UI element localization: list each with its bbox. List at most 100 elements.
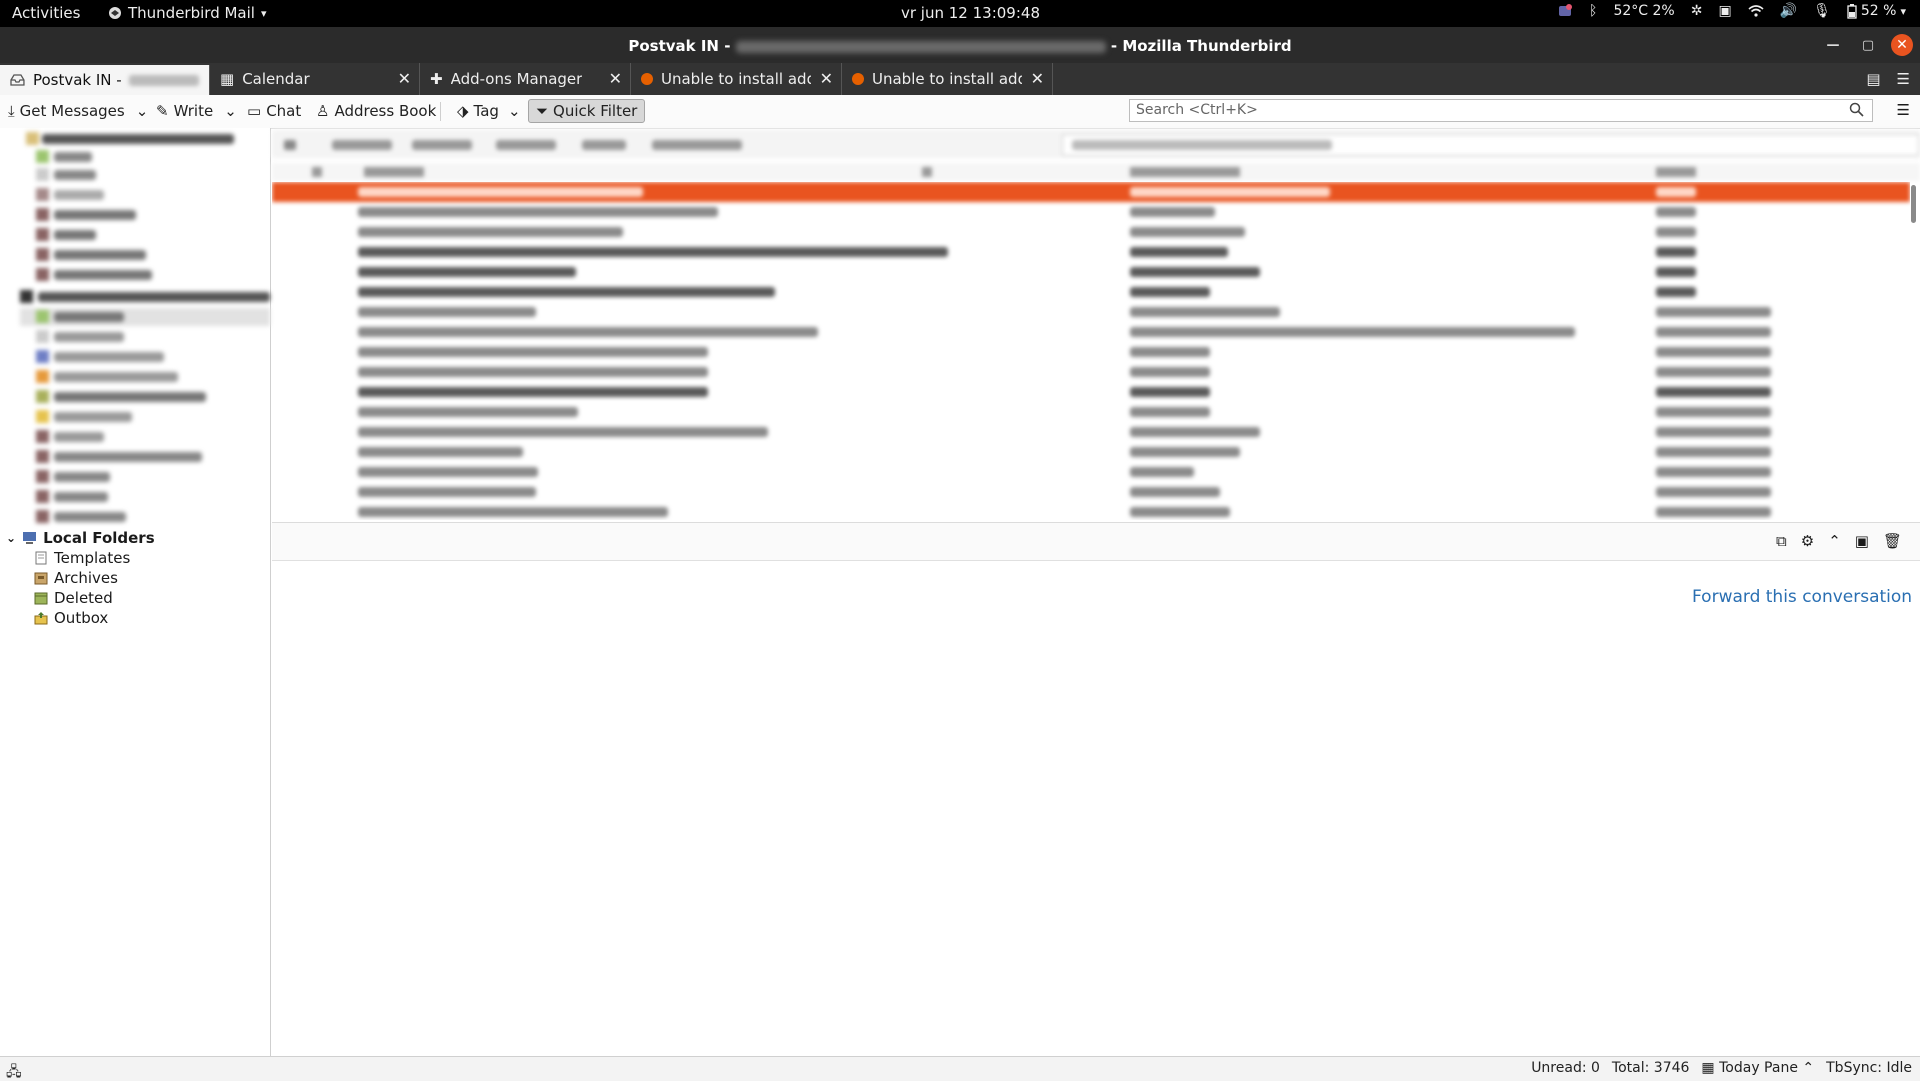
- folder-icon: [36, 150, 49, 163]
- search-input[interactable]: Search <Ctrl+K>: [1129, 99, 1873, 122]
- table-row[interactable]: [272, 242, 1910, 262]
- folder-icon: [36, 208, 49, 221]
- table-row[interactable]: [272, 362, 1910, 382]
- tab-calendar[interactable]: ▦ Calendar ✕: [210, 63, 420, 95]
- chat-icon: ▭: [247, 102, 262, 120]
- table-row[interactable]: [272, 422, 1910, 442]
- folder-icon: [36, 188, 49, 201]
- redacted-row: [54, 312, 124, 322]
- hamburger-menu-icon[interactable]: ☰: [1897, 101, 1910, 119]
- table-row[interactable]: [272, 482, 1910, 502]
- close-tab-icon[interactable]: ✕: [398, 69, 411, 88]
- message-list-scrollbar[interactable]: [1911, 185, 1916, 223]
- archive-icon[interactable]: ▣: [1855, 532, 1869, 550]
- folder-pane: ⌄ Local Folders Templates Archives Delet…: [0, 128, 271, 1056]
- tbsync-status[interactable]: TbSync: Idle: [1826, 1060, 1912, 1076]
- redacted-row: [54, 432, 104, 442]
- write-button[interactable]: ✎ Write ⌄: [156, 100, 237, 122]
- tab-unable-install-1[interactable]: Unable to install add-o ✕: [631, 63, 842, 95]
- redacted-row: [54, 392, 206, 402]
- wifi-icon[interactable]: [1748, 4, 1764, 18]
- tag-label: Tag: [473, 102, 499, 120]
- maximize-button[interactable]: ▢: [1857, 34, 1879, 56]
- get-messages-label: Get Messages: [19, 102, 125, 120]
- redacted-row: [54, 250, 146, 260]
- open-external-icon[interactable]: ⧉: [1776, 532, 1787, 550]
- table-row[interactable]: [272, 402, 1910, 422]
- folder-label: Outbox: [54, 609, 109, 627]
- folder-icon: [36, 268, 49, 281]
- battery-indicator[interactable]: 52 % ▾: [1847, 3, 1906, 19]
- redacted-row: [38, 292, 270, 302]
- tab-unable-install-2[interactable]: Unable to install add-o ✕: [842, 63, 1053, 95]
- folder-label: Archives: [54, 569, 118, 587]
- forward-conversation-link[interactable]: Forward this conversation: [1692, 587, 1912, 607]
- system-tray: ᛒ 52°C 2% ✲ ▣ 🔊 🎙 52 % ▾: [1557, 3, 1906, 19]
- settings-icon[interactable]: ⚙: [1801, 532, 1814, 550]
- folder-icon: [36, 490, 49, 503]
- tag-button[interactable]: ⬗ Tag ⌄: [457, 100, 521, 122]
- teams-icon[interactable]: [1557, 3, 1573, 19]
- main-toolbar: ⤓ Get Messages ⌄ ✎ Write ⌄ ▭ Chat ♙ Addr…: [0, 95, 1920, 129]
- folder-templates[interactable]: Templates: [34, 548, 270, 568]
- today-pane-toggle[interactable]: ▦ Today Pane ⌃: [1701, 1060, 1814, 1076]
- table-row[interactable]: [272, 182, 1910, 202]
- events-icon[interactable]: ▤: [1866, 70, 1880, 88]
- bluetooth-icon[interactable]: ᛒ: [1589, 3, 1597, 19]
- total-count: Total: 3746: [1611, 1060, 1690, 1076]
- folder-outbox[interactable]: Outbox: [34, 608, 270, 628]
- status-bar: 🖧 Unread: 0 Total: 3746 ▦ Today Pane ⌃ T…: [0, 1056, 1920, 1081]
- chevron-down-icon[interactable]: ⌄: [224, 102, 237, 120]
- get-messages-button[interactable]: ⤓ Get Messages ⌄: [8, 100, 148, 122]
- temperature-indicator[interactable]: 52°C 2%: [1613, 3, 1674, 19]
- table-row[interactable]: [272, 222, 1910, 242]
- tab-addons-manager[interactable]: ✚ Add-ons Manager ✕: [420, 63, 631, 95]
- quick-filter-button[interactable]: ⏷ Quick Filter: [528, 99, 646, 123]
- table-row[interactable]: [272, 382, 1910, 402]
- archive-icon: [34, 572, 48, 585]
- trash-icon[interactable]: 🗑: [1883, 532, 1902, 550]
- address-book-button[interactable]: ♙ Address Book: [316, 100, 436, 122]
- tasks-icon[interactable]: ☰: [1897, 70, 1910, 88]
- folder-archives[interactable]: Archives: [34, 568, 270, 588]
- tab-label: Add-ons Manager: [450, 70, 583, 88]
- table-row[interactable]: [272, 262, 1910, 282]
- calendar-icon: ▦: [220, 70, 235, 88]
- close-tab-icon[interactable]: ✕: [609, 69, 622, 88]
- table-row[interactable]: [272, 202, 1910, 222]
- redacted-row: [54, 412, 132, 422]
- screen-icon[interactable]: ▣: [1718, 3, 1731, 19]
- message-list[interactable]: [272, 182, 1910, 520]
- table-row[interactable]: [272, 442, 1910, 462]
- connection-status-icon[interactable]: 🖧: [6, 1061, 22, 1085]
- table-row[interactable]: [272, 282, 1910, 302]
- tab-label: Unable to install add-o: [872, 70, 1022, 88]
- table-row[interactable]: [272, 462, 1910, 482]
- snowflake-icon[interactable]: ✲: [1691, 3, 1703, 19]
- table-row[interactable]: [272, 502, 1910, 520]
- chevron-down-icon[interactable]: ⌄: [6, 531, 16, 545]
- microphone-icon[interactable]: 🎙: [1813, 3, 1831, 19]
- chat-button[interactable]: ▭ Chat: [247, 100, 301, 122]
- table-row[interactable]: [272, 302, 1910, 322]
- chevron-up-icon[interactable]: ⌃: [1828, 532, 1841, 550]
- minimize-button[interactable]: —: [1822, 34, 1844, 56]
- clock[interactable]: vr jun 12 13:09:48: [901, 4, 1040, 22]
- redacted-row: [54, 352, 164, 362]
- chevron-down-icon[interactable]: ⌄: [136, 102, 149, 120]
- templates-icon: [35, 551, 47, 565]
- app-menu[interactable]: Thunderbird Mail ▾: [108, 4, 266, 22]
- close-tab-icon[interactable]: ✕: [820, 69, 833, 88]
- quick-filter-label: Quick Filter: [553, 102, 638, 120]
- close-window-button[interactable]: ✕: [1891, 34, 1913, 56]
- table-row[interactable]: [272, 342, 1910, 362]
- folder-local-folders[interactable]: ⌄ Local Folders: [0, 528, 270, 548]
- activities-button[interactable]: Activities: [12, 4, 80, 22]
- redacted-row: [54, 332, 124, 342]
- redacted-row: [54, 372, 178, 382]
- tab-inbox[interactable]: Postvak IN -: [0, 65, 210, 95]
- volume-icon[interactable]: 🔊: [1780, 3, 1797, 19]
- table-row[interactable]: [272, 322, 1910, 342]
- folder-deleted[interactable]: Deleted: [34, 588, 270, 608]
- close-tab-icon[interactable]: ✕: [1031, 69, 1044, 88]
